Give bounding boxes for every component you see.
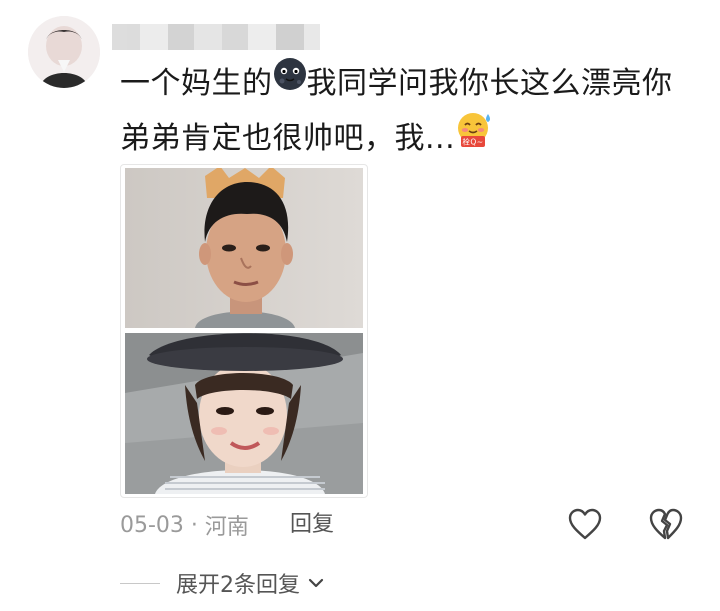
comment-meta: 05-03 · 河南 <box>120 508 249 542</box>
avatar[interactable] <box>28 16 100 88</box>
photo-boy[interactable] <box>125 166 363 328</box>
comment-text: 一个妈生的 我同学问我你长这么漂亮你弟弟肯定也很帅吧，我... 栓Q~ <box>120 56 700 168</box>
moon-face-emoji-icon <box>273 56 307 108</box>
avatar-image <box>28 16 100 88</box>
comment-item: 一个妈生的 我同学问我你长这么漂亮你弟弟肯定也很帅吧，我... 栓Q~ 05-0… <box>0 0 720 611</box>
photo-girl[interactable] <box>125 333 363 494</box>
emoji-badge-text: 栓Q~ <box>463 136 484 146</box>
username-mosaic[interactable] <box>112 24 320 50</box>
expand-divider-line <box>120 582 160 584</box>
comment-date: 05-03 <box>120 512 184 538</box>
expand-replies-label: 展开2条回复 <box>176 573 300 598</box>
photo-grid[interactable] <box>120 164 368 498</box>
sweating-blush-emoji-icon: 栓Q~ <box>455 108 495 165</box>
heart-outline-icon[interactable] <box>567 507 603 541</box>
expand-replies[interactable]: 展开2条回复 <box>120 566 326 600</box>
comment-location: 河南 <box>204 515 249 540</box>
reply-button[interactable]: 回复 <box>290 508 334 542</box>
comment-text-part-1: 一个妈生的 <box>120 66 273 101</box>
meta-separator: · <box>183 512 205 538</box>
broken-heart-outline-icon[interactable] <box>648 507 684 541</box>
chevron-down-icon <box>308 578 324 588</box>
